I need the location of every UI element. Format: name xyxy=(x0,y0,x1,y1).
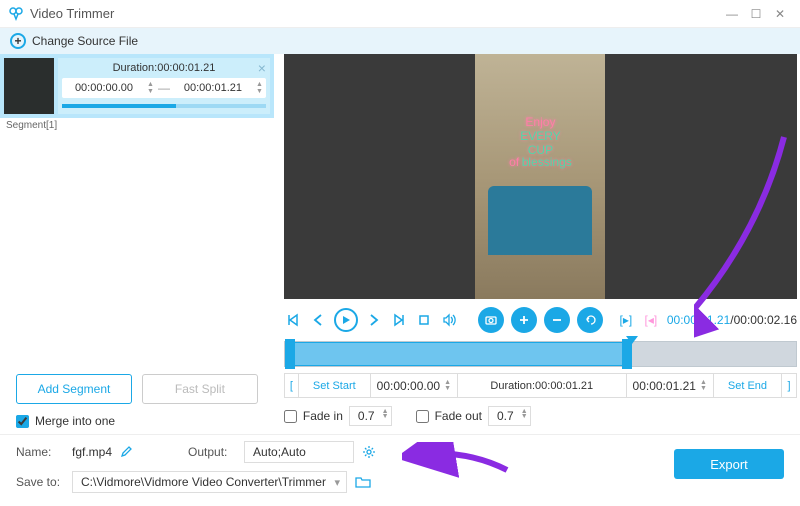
next-frame-icon[interactable] xyxy=(365,311,383,329)
maximize-button[interactable]: ☐ xyxy=(744,2,768,26)
toolbar: + Change Source File xyxy=(0,28,800,54)
window-title: Video Trimmer xyxy=(30,6,114,21)
segment-progress xyxy=(62,104,266,108)
playback-controls: [▸] [◂] 00:00:01.21/00:00:02.16 xyxy=(284,305,797,335)
segment-label: Segment[1] xyxy=(0,118,274,133)
fade-out-row[interactable]: Fade out 0.7▲▼ xyxy=(416,406,531,426)
segment-start-input[interactable] xyxy=(65,82,143,94)
dash-separator: — xyxy=(158,81,170,95)
name-label: Name: xyxy=(16,445,64,459)
output-value[interactable]: Auto;Auto xyxy=(244,441,354,463)
timecode: 00:00:01.21/00:00:02.16 xyxy=(667,313,797,327)
fade-out-value[interactable]: 0.7▲▼ xyxy=(488,406,531,426)
start-value[interactable]: 00:00:00.00 xyxy=(377,379,440,393)
bracket-close-icon: ] xyxy=(782,374,796,397)
fade-row: Fade in 0.7▲▼ Fade out 0.7▲▼ xyxy=(284,398,797,434)
spinner-icon[interactable]: ▲▼ xyxy=(147,81,154,95)
output-label: Output: xyxy=(188,445,236,459)
timeline[interactable] xyxy=(284,341,797,367)
saveto-label: Save to: xyxy=(16,475,64,489)
bracket-open-icon: [ xyxy=(285,374,299,397)
stop-icon[interactable] xyxy=(415,311,433,329)
end-value[interactable]: 00:00:01.21 xyxy=(633,379,696,393)
spinner-icon[interactable]: ▲▼ xyxy=(444,380,451,392)
duration-display: Duration:00:00:01.21 xyxy=(458,374,627,397)
segment-card[interactable]: × Duration:00:00:01.21 ▲▼ — ▲▼ xyxy=(0,54,274,118)
add-segment-button[interactable]: Add Segment xyxy=(16,374,132,404)
segment-thumbnail xyxy=(4,58,54,114)
trim-values-row: [ Set Start 00:00:00.00 ▲▼ Duration:00:00… xyxy=(284,373,797,398)
segment-info: × Duration:00:00:01.21 ▲▼ — ▲▼ xyxy=(58,58,270,114)
merge-checkbox[interactable] xyxy=(16,415,29,428)
fade-in-value[interactable]: 0.7▲▼ xyxy=(349,406,392,426)
prev-frame-icon[interactable] xyxy=(309,311,327,329)
merge-checkbox-row[interactable]: Merge into one xyxy=(0,408,274,434)
open-folder-icon[interactable] xyxy=(355,475,371,489)
undo-icon[interactable] xyxy=(577,307,603,333)
output-settings-icon[interactable] xyxy=(362,445,376,459)
skip-end-icon[interactable] xyxy=(390,311,408,329)
change-source-link[interactable]: Change Source File xyxy=(32,34,138,48)
segment-end-input[interactable] xyxy=(174,82,252,94)
merge-label: Merge into one xyxy=(35,414,115,428)
fast-split-button: Fast Split xyxy=(142,374,258,404)
file-name: fgf.mp4 xyxy=(72,445,112,459)
snapshot-icon[interactable] xyxy=(478,307,504,333)
segment-duration-label: Duration:00:00:01.21 xyxy=(62,62,266,74)
skip-start-icon[interactable] xyxy=(284,311,302,329)
fade-out-checkbox[interactable] xyxy=(416,410,429,423)
play-icon[interactable] xyxy=(334,308,358,332)
fade-in-label: Fade in xyxy=(303,409,343,423)
zoom-in-icon[interactable] xyxy=(511,307,537,333)
sofa-graphic xyxy=(488,186,592,255)
minimize-button[interactable]: — xyxy=(720,2,744,26)
volume-icon[interactable] xyxy=(440,311,458,329)
main-panel: Enjoy EVERY CUP of blessings [▸] [◂] 00:… xyxy=(274,54,800,434)
footer: Name: fgf.mp4 Output: Auto;Auto Save to:… xyxy=(0,434,800,506)
set-start-button[interactable]: Set Start xyxy=(299,374,371,397)
bracket-left-icon[interactable]: [▸] xyxy=(617,311,635,329)
segment-close-icon[interactable]: × xyxy=(258,60,266,76)
video-frame: Enjoy EVERY CUP of blessings xyxy=(475,54,605,299)
bracket-right-icon[interactable]: [◂] xyxy=(642,311,660,329)
saveto-path[interactable]: C:\Vidmore\Vidmore Video Converter\Trimm… xyxy=(72,471,347,493)
sidebar: × Duration:00:00:01.21 ▲▼ — ▲▼ Segment[1… xyxy=(0,54,274,434)
playhead-icon[interactable] xyxy=(626,336,638,344)
plus-circle-icon[interactable]: + xyxy=(10,33,26,49)
spinner-icon[interactable]: ▲▼ xyxy=(256,81,263,95)
set-end-button[interactable]: Set End xyxy=(714,374,782,397)
close-button[interactable]: ✕ xyxy=(768,2,792,26)
neon-sign: Enjoy EVERY CUP of blessings xyxy=(508,115,573,169)
fade-in-checkbox[interactable] xyxy=(284,410,297,423)
fade-in-row[interactable]: Fade in 0.7▲▼ xyxy=(284,406,392,426)
zoom-out-icon[interactable] xyxy=(544,307,570,333)
titlebar: Video Trimmer — ☐ ✕ xyxy=(0,0,800,28)
video-preview: Enjoy EVERY CUP of blessings xyxy=(284,54,797,299)
fade-out-label: Fade out xyxy=(435,409,482,423)
app-logo-icon xyxy=(8,6,24,22)
trim-handle-left[interactable] xyxy=(285,339,295,369)
timeline-selection[interactable] xyxy=(285,342,633,366)
export-button[interactable]: Export xyxy=(674,449,784,479)
edit-name-icon[interactable] xyxy=(120,446,132,458)
spinner-icon[interactable]: ▲▼ xyxy=(700,380,707,392)
